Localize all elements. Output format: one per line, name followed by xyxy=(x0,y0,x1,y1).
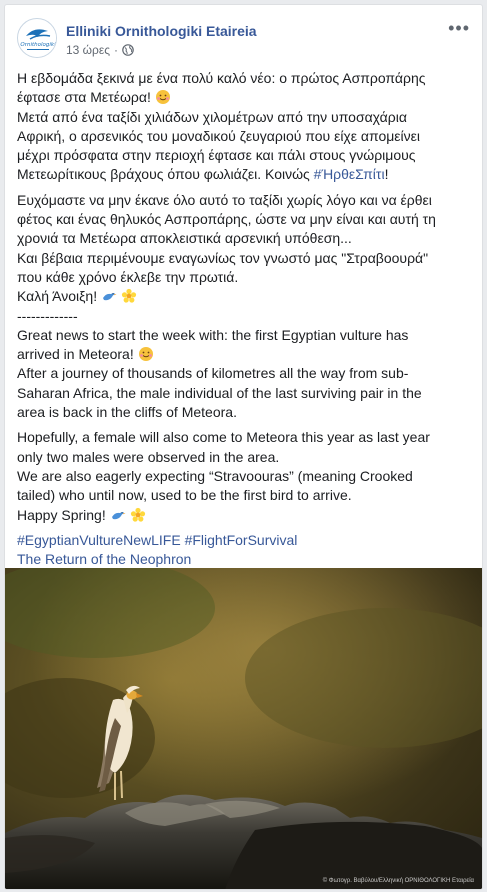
page-name-link[interactable]: Elliniki Ornithologiki Etaireia xyxy=(66,23,257,39)
post-photo[interactable]: © Φωτογρ. Βαβύλου/Ελληνική ΟΡΝΙΘΟΛΟΓΙΚΗ … xyxy=(5,568,482,889)
avatar-text: Ornithologiki xyxy=(20,42,56,48)
post-card: Ornithologiki Elliniki Ornithologiki Eta… xyxy=(4,4,483,890)
text-line: έφτασε στα Μετέωρα! xyxy=(17,88,470,107)
text-line: μέχρι πρόσφατα στην περιοχή έφτασε και π… xyxy=(17,147,416,164)
hugging-face-emoji xyxy=(155,90,170,105)
hugging-face-emoji xyxy=(138,347,153,362)
text-fragment: Μετεωρίτικους βράχους όπου φωλιάζει. Κοι… xyxy=(17,166,310,183)
text-line: Η εβδομάδα ξεκινά με ένα πολύ καλό νέο: … xyxy=(17,70,426,86)
text-line: που κάθε χρόνο έκλεβε την πρωτιά. xyxy=(17,268,239,285)
text-line: area is back in the cliffs of Meteora. xyxy=(17,404,237,421)
text-line: Great news to start the week with: the f… xyxy=(17,326,409,343)
hashtags-link[interactable]: #EgyptianVultureNewLIFE #FlightForSurviv… xyxy=(17,531,470,550)
text-line: φέτος και ένας θηλυκός Ασπροπάρης, ώστε … xyxy=(17,211,436,228)
text-fragment: έφτασε στα Μετέωρα! xyxy=(17,89,151,106)
text-line: tailed) who until now, used to be the fi… xyxy=(17,487,352,504)
blossom-emoji xyxy=(130,507,145,522)
text-line: Hopefully, a female will also come to Me… xyxy=(17,429,430,446)
text-line: Αφρική, ο αρσενικός του μοναδικού ζευγαρ… xyxy=(17,127,421,144)
bird-emoji xyxy=(103,293,117,301)
text-line: We are also eagerly expecting “Stravoour… xyxy=(17,467,413,484)
bird-logo-icon: Ornithologiki xyxy=(19,20,56,57)
text-line: Saharan Africa, the male individual of t… xyxy=(17,384,422,401)
text-fragment: ! xyxy=(384,166,389,183)
photo-credit: © Φωτογρ. Βαβύλου/Ελληνική ΟΡΝΙΘΟΛΟΓΙΚΗ … xyxy=(322,878,474,884)
post-meta: 13 ώρες · xyxy=(66,43,134,57)
globe-icon xyxy=(122,44,134,56)
neophron-link[interactable]: The Return of the Neophron xyxy=(17,550,470,569)
hashtag-link[interactable]: #ΉρθεΣπίτι xyxy=(314,166,385,182)
blossom-emoji xyxy=(121,289,136,303)
text-fragment: arrived in Meteora! xyxy=(17,346,134,363)
page-avatar[interactable]: Ornithologiki xyxy=(17,18,57,58)
vulture-photo xyxy=(5,568,482,889)
text-line: Ευχόμαστε να μην έκανε όλο αυτό το ταξίδ… xyxy=(17,191,432,208)
english-paragraph-2: Hopefully, a female will also come to Me… xyxy=(17,428,470,524)
more-options-icon[interactable]: ••• xyxy=(448,19,470,37)
post-timestamp[interactable]: 13 ώρες xyxy=(66,43,110,57)
text-line: only two males were observed in the area… xyxy=(17,448,280,465)
bird-emoji xyxy=(111,511,126,519)
divider-line: ------------- xyxy=(17,307,78,324)
text-fragment: Happy Spring! xyxy=(17,506,106,523)
text-line: arrived in Meteora! xyxy=(17,345,470,364)
post-links: #EgyptianVultureNewLIFE #FlightForSurviv… xyxy=(17,531,470,570)
greek-paragraph-2: Ευχόμαστε να μην έκανε όλο αυτό το ταξίδ… xyxy=(17,191,470,326)
text-line: Και βέβαια περιμένουμε εναγωνίως τον γνω… xyxy=(17,249,429,266)
text-line: Happy Spring! xyxy=(17,506,470,525)
text-line: Μετά από ένα ταξίδι χιλιάδων χιλομέτρων … xyxy=(17,108,407,125)
post-text: Η εβδομάδα ξεκινά με ένα πολύ καλό νέο: … xyxy=(5,65,482,569)
text-line: After a journey of thousands of kilometr… xyxy=(17,365,409,382)
meta-separator: · xyxy=(114,43,119,57)
text-line: Καλή Άνοιξη! xyxy=(17,287,470,306)
post-header: Ornithologiki Elliniki Ornithologiki Eta… xyxy=(5,5,482,65)
english-paragraph-1: Great news to start the week with: the f… xyxy=(17,326,470,422)
text-fragment: Καλή Άνοιξη! xyxy=(17,288,98,305)
greek-paragraph-1: Η εβδομάδα ξεκινά με ένα πολύ καλό νέο: … xyxy=(17,69,470,185)
text-line: Μετεωρίτικους βράχους όπου φωλιάζει. Κοι… xyxy=(17,165,470,184)
text-line: χρονιά τα Μετέωρα αποκλειστικά αρσενική … xyxy=(17,230,352,247)
